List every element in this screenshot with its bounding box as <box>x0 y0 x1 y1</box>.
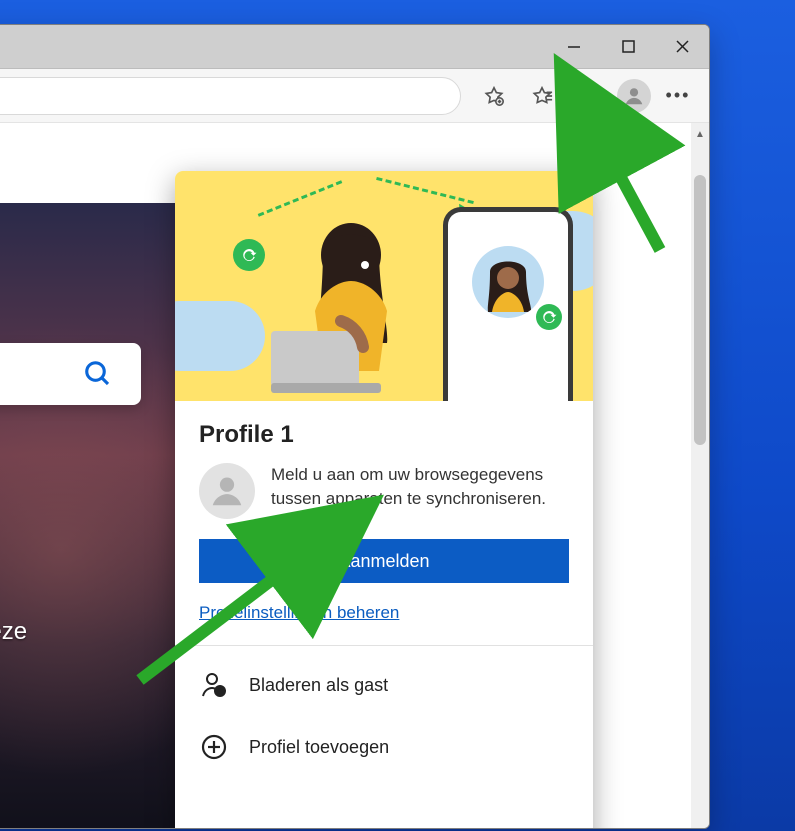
background-text-line1: lat deze <box>0 613 27 650</box>
background-photo <box>0 203 191 829</box>
add-profile-label: Profiel toevoegen <box>249 737 389 758</box>
add-icon <box>199 732 229 762</box>
sync-icon <box>536 304 562 330</box>
address-bar[interactable] <box>0 77 461 115</box>
window-maximize-button[interactable] <box>601 25 655 68</box>
browse-as-guest-item[interactable]: ? Bladeren als gast <box>199 654 569 716</box>
ellipsis-icon: ••• <box>666 85 691 106</box>
scrollbar-thumb[interactable] <box>694 175 706 445</box>
favorites-button[interactable] <box>521 75 563 117</box>
scroll-up-arrow[interactable]: ▲ <box>691 125 709 143</box>
window-minimize-button[interactable] <box>547 25 601 68</box>
background-text-line2: was. <box>0 650 27 687</box>
profile-popup: Profile 1 Meld u aan om uw browsegegeven… <box>175 171 593 829</box>
vertical-scrollbar[interactable]: ▲ <box>691 123 709 828</box>
svg-text:?: ? <box>217 687 223 697</box>
person-icon <box>208 472 246 510</box>
browse-as-guest-label: Bladeren als gast <box>249 675 388 696</box>
profile-signin-description: Meld u aan om uw browsegegevens tussen a… <box>271 463 569 511</box>
profile-avatar-button[interactable] <box>617 79 651 113</box>
collections-button[interactable] <box>569 75 611 117</box>
more-menu-button[interactable]: ••• <box>657 75 699 117</box>
search-icon <box>83 359 113 389</box>
window-close-button[interactable] <box>655 25 709 68</box>
profile-popup-illustration <box>175 171 593 401</box>
add-favorite-button[interactable] <box>473 75 515 117</box>
manage-profile-settings-link[interactable]: Profielinstellingen beheren <box>199 603 399 623</box>
guest-icon: ? <box>199 670 229 700</box>
window-titlebar <box>0 25 709 69</box>
person-illustration <box>265 211 425 401</box>
profile-avatar-placeholder <box>199 463 255 519</box>
sign-in-button[interactable]: Aanmelden <box>199 539 569 583</box>
page-search-box[interactable] <box>0 343 141 405</box>
phone-illustration <box>443 207 573 401</box>
browser-window: ••• lat deze was. <box>0 24 710 829</box>
browser-toolbar: ••• <box>0 69 709 123</box>
sync-icon <box>233 239 265 271</box>
background-text: lat deze was. <box>0 613 27 687</box>
add-profile-item[interactable]: Profiel toevoegen <box>199 716 569 778</box>
divider <box>175 645 593 646</box>
page-content: lat deze was. <box>0 123 709 828</box>
profile-name: Profile 1 <box>199 421 569 449</box>
